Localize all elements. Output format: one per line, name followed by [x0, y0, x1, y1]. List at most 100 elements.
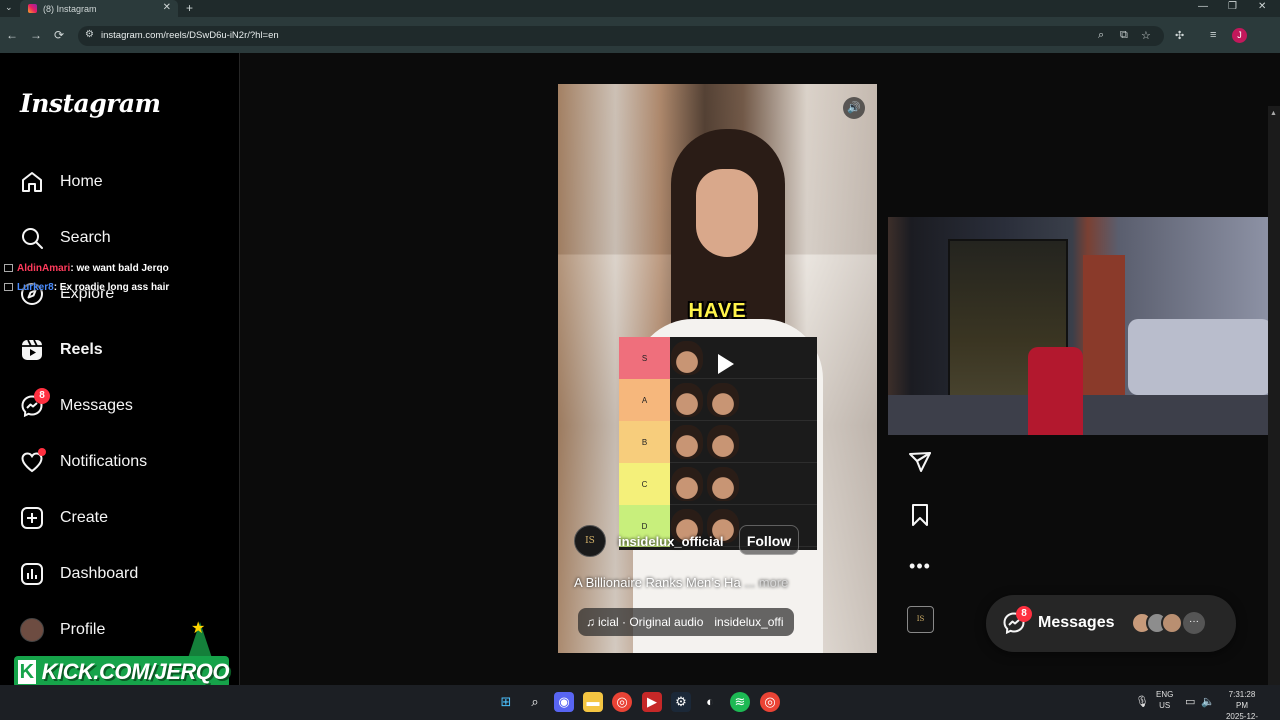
cam-chair — [1028, 347, 1083, 435]
scroll-up-icon[interactable]: ▲ — [1270, 110, 1277, 117]
nav-notifications-label: Notifications — [60, 453, 148, 470]
kick-banner: K KICK.COM/JERQO — [14, 656, 230, 688]
kick-logo: K — [18, 660, 36, 684]
nav-notifications[interactable]: Notifications — [18, 446, 147, 478]
windows-start-icon[interactable]: ⊞ — [496, 692, 516, 712]
clock[interactable]: 7:31:28 PM 2025-12-28 — [1222, 689, 1262, 720]
nav-create[interactable]: Create — [18, 502, 108, 534]
file-explorer-icon[interactable]: ▬ — [583, 692, 603, 712]
caption-text: A Billionaire Ranks Men’s Ha — [574, 575, 741, 590]
tab-title: (8) Instagram — [43, 3, 97, 14]
close-tab-icon[interactable]: ✕ — [163, 2, 171, 13]
sidebar: Instagram Home Search Explore Reels 8 Me… — [0, 53, 240, 685]
chat-message: AldinAmari: we want bald Jerqo — [4, 263, 169, 274]
reel-caption[interactable]: A Billionaire Ranks Men’s Ha ... more — [574, 575, 788, 590]
nav-create-label: Create — [60, 509, 109, 526]
close-window-icon[interactable]: ✕ — [1258, 1, 1266, 12]
nav-dashboard[interactable]: Dashboard — [18, 558, 138, 590]
discord-icon[interactable]: ◉ — [554, 692, 574, 712]
face-thumbnail — [707, 467, 739, 501]
dashboard-icon — [18, 560, 46, 588]
nav-reels[interactable]: Reels — [18, 334, 103, 366]
reload-icon[interactable]: ⟳ — [54, 28, 64, 42]
face-thumbnail — [671, 425, 703, 459]
chat-user: AldinAmari — [17, 263, 71, 274]
back-icon[interactable]: ← — [6, 28, 18, 42]
media-app-icon[interactable]: ▶ — [642, 692, 662, 712]
reels-icon — [18, 336, 46, 364]
tier-label: C — [619, 463, 670, 505]
language-indicator[interactable]: ENG US — [1156, 689, 1173, 711]
play-icon[interactable] — [718, 354, 734, 374]
share-icon[interactable] — [906, 448, 934, 476]
instagram-page: Instagram Home Search Explore Reels 8 Me… — [0, 53, 1280, 720]
chrome-active-icon[interactable]: ◎ — [760, 692, 780, 712]
install-icon[interactable]: ⧉ — [1120, 29, 1128, 42]
clock-time: 7:31:28 PM — [1228, 690, 1256, 710]
chrome-icon[interactable]: ◎ — [612, 692, 632, 712]
nav-home-label: Home — [60, 173, 103, 190]
minimize-icon[interactable]: — — [1198, 1, 1208, 12]
nav-profile[interactable]: Profile — [18, 614, 105, 646]
nav-search[interactable]: Search — [18, 222, 111, 254]
restore-icon[interactable]: ❐ — [1228, 1, 1237, 12]
more-options-icon[interactable]: ••• — [906, 552, 934, 580]
cam-brick-wall — [1083, 255, 1125, 405]
more-avatars: ··· — [1183, 612, 1205, 634]
browser-tabbar: ⌄ (8) Instagram ✕ + — ❐ ✕ — [0, 0, 1280, 17]
extensions-icon[interactable]: ✣ — [1175, 29, 1184, 42]
messages-pill[interactable]: 8 Messages ··· — [986, 595, 1236, 652]
network-icon[interactable]: ▭ — [1185, 695, 1195, 708]
address-bar[interactable]: ⚙ instagram.com/reels/DSwD6u-iN2r/?hl=en — [78, 26, 1164, 46]
follow-button[interactable]: Follow — [739, 525, 799, 555]
media-icon[interactable]: ≡ — [1210, 29, 1216, 41]
tier-label: S — [619, 337, 670, 379]
audio-thumbnail[interactable]: IS — [907, 606, 934, 633]
reel-audio[interactable]: ♫ icial · Original audio insidelux_offi — [578, 608, 794, 636]
reel-video[interactable]: 🔊 HAVE S A B C D IS insidelux_official F… — [558, 84, 877, 653]
volume-icon[interactable]: 🔊 — [843, 97, 865, 119]
bookmark-icon[interactable] — [906, 501, 934, 529]
forward-icon[interactable]: → — [30, 28, 42, 42]
clock-date: 2025-12-28 — [1225, 712, 1259, 720]
profile-avatar-wrap — [18, 616, 46, 644]
instagram-favicon-icon — [28, 4, 37, 13]
obs-icon[interactable]: ◐ — [700, 692, 720, 712]
bookmark-star-icon[interactable]: ☆ — [1141, 29, 1151, 42]
tier-row: B — [619, 421, 817, 463]
reel-overlay-text: HAVE — [688, 300, 747, 322]
steam-icon[interactable]: ⚙ — [671, 692, 691, 712]
instagram-logo[interactable]: Instagram — [20, 89, 161, 118]
tab-list-icon[interactable]: ⌄ — [5, 2, 13, 13]
tier-label: A — [619, 379, 670, 421]
cam-sofa — [1128, 319, 1272, 395]
avatar — [20, 618, 44, 642]
screen: ⌄ (8) Instagram ✕ + — ❐ ✕ ← → ⟳ ⚙ instag… — [0, 0, 1280, 720]
nav-dashboard-label: Dashboard — [60, 565, 139, 582]
site-info-icon[interactable]: ⚙ — [85, 29, 94, 40]
face-thumbnail — [671, 467, 703, 501]
reel-author[interactable]: IS insidelux_official — [574, 525, 723, 557]
kick-url: KICK.COM/JERQO — [41, 659, 230, 684]
chat-message: Lurker8: Ex roadie long ass hair — [4, 282, 169, 293]
search-icon — [18, 224, 46, 252]
search-icon[interactable]: ⌕ — [525, 692, 545, 712]
tier-list: S A B C D — [619, 337, 817, 550]
windows-taskbar: ⊞ ⌕ ◉ ▬ ◎ ▶ ⚙ ◐ ≋ ◎ 🎙 ENG US ▭ 🔈 7:31:28… — [0, 685, 1280, 720]
microphone-icon[interactable]: 🎙 — [1135, 695, 1149, 708]
nav-messages[interactable]: 8 Messages — [18, 388, 133, 422]
scrollbar[interactable]: ▲ ▼ — [1268, 106, 1280, 720]
author-avatar[interactable]: IS — [574, 525, 606, 557]
nav-reels-label: Reels — [60, 341, 103, 358]
nav-profile-label: Profile — [60, 621, 106, 638]
browser-tab[interactable]: (8) Instagram ✕ — [20, 0, 178, 17]
author-name[interactable]: insidelux_official — [618, 534, 723, 549]
volume-icon[interactable]: 🔈 — [1201, 695, 1215, 708]
browser-profile-avatar[interactable]: J — [1232, 28, 1247, 43]
caption-more-link[interactable]: ... more — [744, 575, 788, 590]
nav-home[interactable]: Home — [18, 166, 103, 198]
avatar — [1161, 612, 1183, 634]
zoom-icon[interactable]: ⌕ — [1098, 29, 1104, 42]
new-tab-icon[interactable]: + — [186, 1, 193, 15]
spotify-icon[interactable]: ≋ — [730, 692, 750, 712]
